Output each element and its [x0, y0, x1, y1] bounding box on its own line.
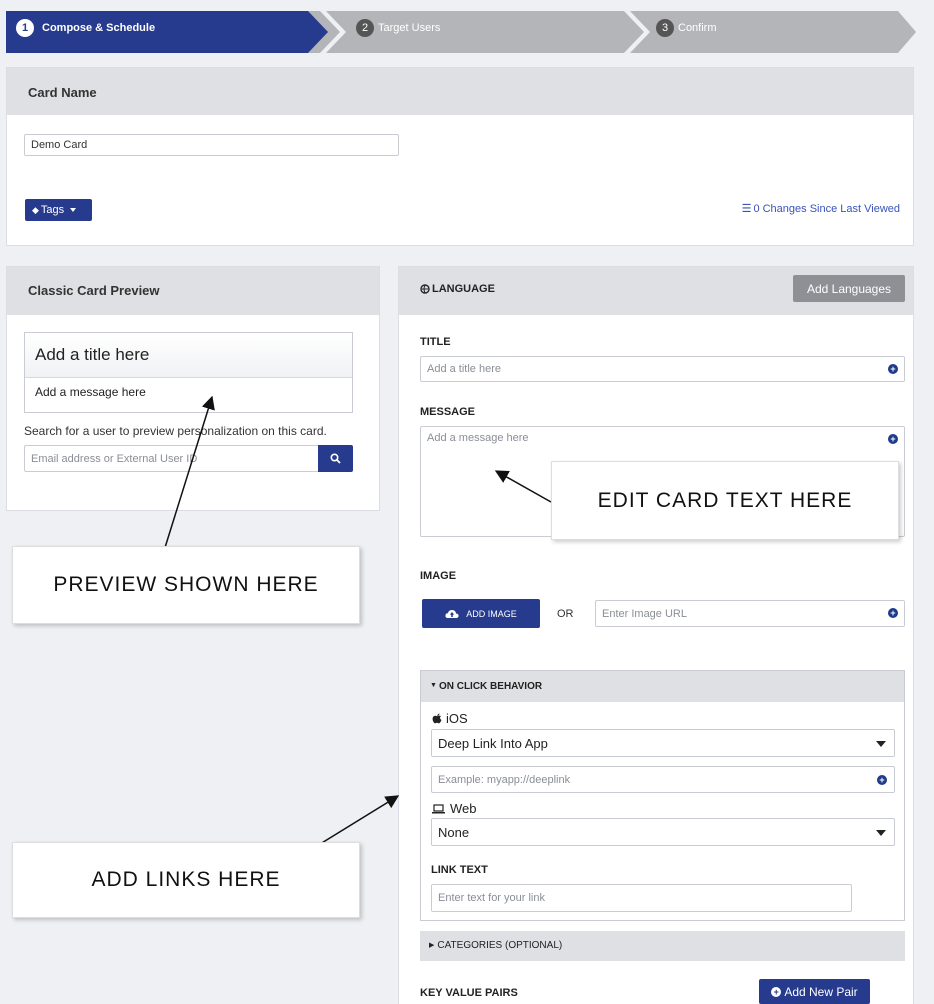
image-label: IMAGE: [420, 570, 457, 582]
preview-search-placeholder: Email address or External User ID: [31, 452, 198, 465]
tags-label: Tags: [40, 204, 65, 216]
card-name-heading: Card Name: [28, 85, 97, 100]
add-languages-button[interactable]: Add Languages: [793, 275, 905, 302]
callout-links: ADD LINKS HERE: [12, 842, 360, 918]
language-heading-group: LANGUAGE: [420, 283, 495, 295]
card-preview-title: Add a title here: [35, 345, 150, 364]
changes-label: 0 Changes Since Last Viewed: [753, 202, 900, 215]
chevron-down-icon: [876, 741, 886, 747]
title-label: TITLE: [420, 336, 451, 348]
step-3-label: Confirm: [678, 22, 717, 34]
web-label-group: Web: [432, 801, 477, 816]
web-select[interactable]: None: [431, 818, 895, 846]
tags-button[interactable]: ◆ Tags: [25, 199, 92, 221]
list-icon: ☰: [741, 203, 752, 215]
add-new-pair-button[interactable]: + Add New Pair: [759, 979, 870, 1004]
step-2-label: Target Users: [378, 22, 441, 34]
card-name-value: Demo Card: [31, 139, 88, 151]
step-3-number: 3: [656, 19, 674, 37]
add-image-button[interactable]: ADD IMAGE: [422, 599, 540, 628]
message-placeholder: Add a message here: [427, 432, 529, 444]
add-image-label: ADD IMAGE: [466, 608, 517, 619]
step-2-bg: [300, 11, 648, 53]
preview-search-input[interactable]: Email address or External User ID: [24, 445, 320, 472]
step-2-number: 2: [356, 19, 374, 37]
deeplink-input[interactable]: Example: myapp://deeplink: [431, 766, 895, 793]
card-name-header: Card Name: [7, 68, 913, 115]
caret-down-icon: ▼: [430, 682, 437, 689]
on-click-header[interactable]: ▼ ON CLICK BEHAVIOR: [421, 671, 904, 702]
preview-header: Classic Card Preview: [7, 267, 379, 315]
plus-circle-icon: +: [771, 986, 782, 997]
laptop-icon: [432, 803, 445, 813]
on-click-heading: ON CLICK BEHAVIOR: [438, 681, 543, 692]
ios-label: iOS: [446, 711, 468, 726]
step-3[interactable]: 3 Confirm: [656, 19, 717, 37]
add-languages-label: Add Languages: [806, 281, 892, 296]
web-label: Web: [450, 801, 477, 816]
deeplink-placeholder: Example: myapp://deeplink: [438, 773, 571, 786]
preview-search-button[interactable]: [318, 445, 353, 472]
or-text: OR: [557, 608, 574, 620]
kv-label: KEY VALUE PAIRS: [420, 987, 518, 999]
plus-circle-icon[interactable]: +: [888, 364, 898, 374]
callout-edit-text: EDIT CARD TEXT HERE: [551, 461, 899, 540]
web-select-value: None: [438, 824, 470, 840]
step-2[interactable]: 2 Target Users: [356, 19, 440, 37]
callout-links-label: ADD LINKS HERE: [91, 868, 281, 891]
card-preview-title-area: Add a title here: [25, 333, 352, 378]
step-1-number: 1: [16, 19, 34, 37]
card-preview: Add a title here Add a message here: [24, 332, 353, 413]
ios-label-group: iOS: [432, 711, 468, 726]
callout-edit-label: EDIT CARD TEXT HERE: [597, 488, 853, 512]
card-name-input[interactable]: Demo Card: [24, 134, 399, 156]
card-preview-message-area: Add a message here: [25, 378, 352, 399]
card-name-panel: Card Name: [6, 67, 914, 246]
ios-select[interactable]: Deep Link Into App: [431, 729, 895, 757]
chevron-down-icon: [876, 830, 886, 836]
cloud-upload-icon: [445, 609, 459, 618]
tag-icon: ◆: [32, 204, 39, 215]
apple-icon: [432, 713, 442, 724]
callout-preview: PREVIEW SHOWN HERE: [12, 546, 360, 624]
language-heading: LANGUAGE: [432, 283, 495, 295]
card-preview-message: Add a message here: [35, 385, 146, 399]
ios-select-value: Deep Link Into App: [438, 735, 548, 751]
search-icon: [330, 453, 341, 464]
message-label: MESSAGE: [420, 406, 476, 418]
title-placeholder: Add a title here: [427, 363, 501, 375]
preview-search-hint: Search for a user to preview personaliza…: [24, 424, 327, 438]
title-input[interactable]: Add a title here: [420, 356, 905, 382]
link-text-placeholder: Enter text for your link: [438, 892, 545, 904]
caret-right-icon: ▶: [429, 942, 435, 949]
step-1-label: Compose & Schedule: [42, 22, 156, 34]
categories-header[interactable]: ▶ CATEGORIES (OPTIONAL): [420, 931, 905, 961]
step-1[interactable]: 1 Compose & Schedule: [16, 19, 155, 37]
add-new-pair-label: Add New Pair: [784, 984, 858, 999]
globe-icon: [420, 284, 430, 294]
plus-circle-icon[interactable]: +: [888, 608, 898, 618]
plus-circle-icon[interactable]: +: [877, 775, 887, 785]
image-url-input[interactable]: Enter Image URL: [595, 600, 905, 627]
link-text-input[interactable]: Enter text for your link: [431, 884, 852, 912]
changes-link[interactable]: ☰ 0 Changes Since Last Viewed: [741, 202, 900, 216]
callout-preview-label: PREVIEW SHOWN HERE: [53, 573, 319, 596]
link-text-label: LINK TEXT: [431, 864, 488, 876]
categories-label: CATEGORIES (OPTIONAL): [437, 940, 563, 951]
preview-heading: Classic Card Preview: [28, 283, 160, 298]
image-url-placeholder: Enter Image URL: [602, 607, 687, 620]
chevron-down-icon: [70, 208, 77, 212]
plus-circle-icon[interactable]: +: [888, 434, 898, 444]
